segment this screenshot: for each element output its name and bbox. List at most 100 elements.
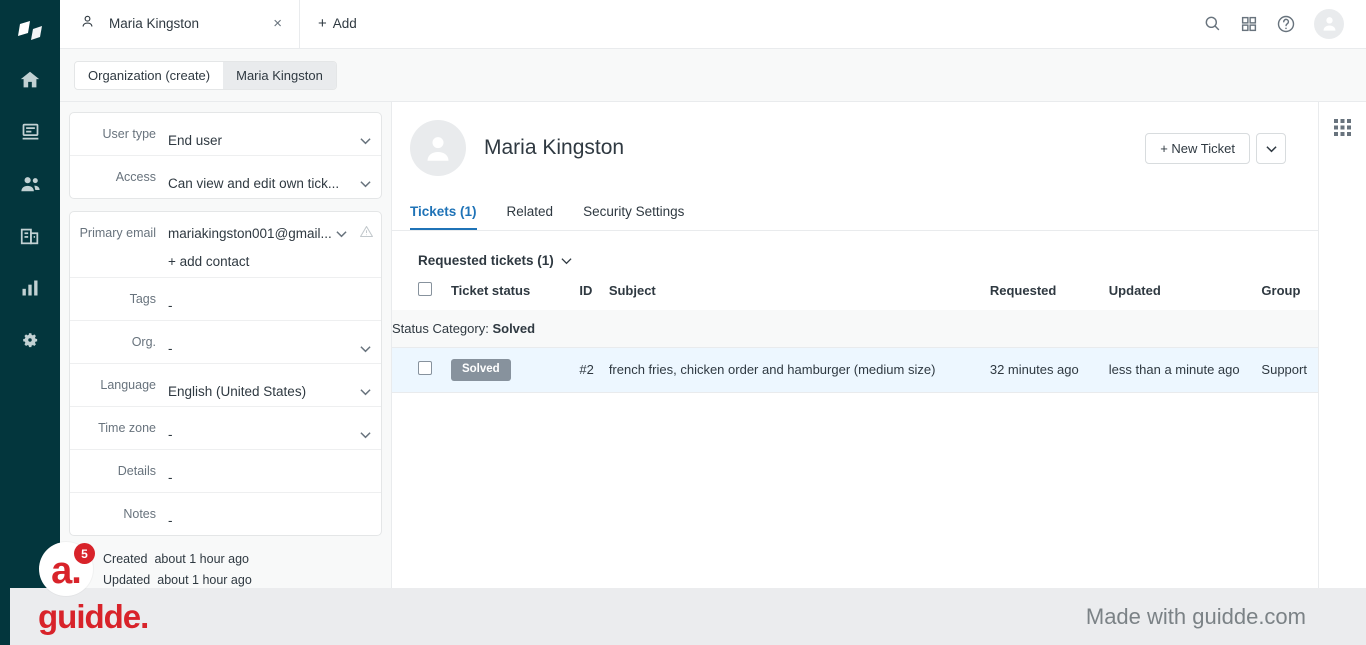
group-label-value: Solved — [492, 321, 536, 336]
field-label: Access — [115, 170, 156, 184]
cell-group: Support — [1261, 347, 1318, 393]
apps-grid-icon[interactable] — [1240, 15, 1258, 33]
sidebar-item-views[interactable] — [0, 106, 60, 158]
chevron-down-icon — [561, 253, 572, 268]
field-label: Time zone — [98, 421, 156, 435]
header-actions: + New Ticket — [1145, 133, 1286, 164]
main-content: Maria Kingston + New Ticket Tickets (1) … — [392, 102, 1318, 588]
field-details[interactable]: Details - — [70, 449, 381, 492]
field-time-zone[interactable]: Time zone - — [70, 406, 381, 449]
group-row-label: Status Category: Solved — [392, 310, 1318, 348]
contact-card: Primary email mariakingston001@gmail... — [69, 211, 382, 536]
add-tab-label: Add — [332, 16, 357, 31]
col-ticket-status[interactable]: Ticket status — [451, 282, 579, 310]
field-value-text: - — [168, 297, 173, 313]
field-label: Details — [117, 464, 156, 478]
field-value: - — [168, 278, 371, 320]
sidebar-item-organizations[interactable] — [0, 210, 60, 262]
field-label: Primary email — [79, 226, 156, 240]
people-icon — [19, 173, 42, 196]
user-meta: Created about 1 hour ago Updated about 1… — [69, 548, 382, 587]
left-nav-rail — [0, 0, 60, 588]
meta-updated-label: Updated — [103, 573, 151, 587]
user-avatar — [410, 120, 466, 176]
breadcrumb-item-organization[interactable]: Organization (create) — [75, 61, 224, 89]
chevron-down-icon[interactable] — [352, 384, 371, 399]
tickets-table-head: Ticket status ID Subject Requested Updat… — [392, 282, 1318, 310]
col-subject[interactable]: Subject — [609, 282, 990, 310]
chevron-down-icon[interactable] — [352, 427, 371, 442]
field-tags[interactable]: Tags - — [70, 277, 381, 320]
guidde-notification-badge: 5 — [74, 543, 95, 564]
requested-tickets-section-toggle[interactable]: Requested tickets (1) — [392, 231, 1318, 268]
breadcrumb-item-maria-kingston[interactable]: Maria Kingston — [223, 61, 336, 89]
chevron-down-icon[interactable] — [352, 341, 371, 356]
field-value: End user — [168, 113, 371, 155]
col-updated[interactable]: Updated — [1109, 282, 1262, 310]
sidebar-item-home[interactable] — [0, 54, 60, 106]
group-label-prefix: Status Category: — [392, 321, 489, 336]
tab-related[interactable]: Related — [507, 204, 554, 230]
table-row[interactable]: Solved #2 french fries, chicken order an… — [392, 347, 1318, 393]
add-contact-button[interactable]: + add contact — [168, 254, 374, 269]
meta-created: Created about 1 hour ago — [103, 552, 382, 566]
tab-strip: Maria Kingston × + Add — [60, 0, 375, 48]
field-value-text: - — [168, 469, 173, 485]
tab-security-settings[interactable]: Security Settings — [583, 204, 684, 230]
chevron-down-icon[interactable] — [352, 176, 371, 191]
content-tabs: Tickets (1) Related Security Settings — [392, 182, 1318, 231]
close-icon[interactable]: × — [270, 13, 285, 34]
field-org[interactable]: Org. - — [70, 320, 381, 363]
field-notes[interactable]: Notes - — [70, 492, 381, 535]
field-value-text: - — [168, 340, 173, 356]
search-icon[interactable] — [1203, 14, 1222, 33]
add-tab-button[interactable]: + Add — [300, 0, 375, 48]
top-tab-bar: Maria Kingston × + Add — [60, 0, 1366, 49]
field-value-text: - — [168, 426, 173, 442]
user-type-card: User type End user Access Can view and e… — [69, 112, 382, 199]
cell-requested: 32 minutes ago — [989, 347, 1109, 393]
tickets-table: Ticket status ID Subject Requested Updat… — [392, 282, 1318, 393]
user-details-panel: User type End user Access Can view and e… — [60, 102, 392, 588]
new-ticket-button[interactable]: + New Ticket — [1145, 133, 1250, 164]
field-access[interactable]: Access Can view and edit own tick... — [70, 155, 381, 198]
new-ticket-dropdown-button[interactable] — [1256, 133, 1286, 164]
section-title-label: Requested tickets (1) — [418, 253, 554, 268]
select-all-checkbox[interactable] — [418, 282, 432, 296]
avatar[interactable] — [1314, 8, 1344, 39]
field-label: Org. — [131, 335, 156, 349]
building-icon — [19, 225, 41, 247]
col-group[interactable]: Group — [1261, 282, 1318, 310]
chevron-down-icon[interactable] — [352, 133, 371, 148]
field-primary-email[interactable]: Primary email mariakingston001@gmail... — [70, 212, 381, 277]
col-requested[interactable]: Requested — [990, 282, 1109, 310]
field-label: User type — [102, 127, 157, 141]
field-user-type[interactable]: User type End user — [70, 113, 381, 155]
apps-grid-3x3-icon[interactable] — [1334, 119, 1351, 588]
cell-subject[interactable]: french fries, chicken order and hamburge… — [608, 347, 990, 393]
field-value-text: End user — [168, 132, 223, 148]
chevron-down-icon[interactable] — [336, 226, 347, 241]
sidebar-item-reporting[interactable] — [0, 262, 60, 314]
field-label: Notes — [123, 507, 156, 521]
cell-id: #2 — [579, 347, 609, 393]
sidebar-item-customers[interactable] — [0, 158, 60, 210]
tab-tickets[interactable]: Tickets (1) — [410, 204, 477, 230]
help-icon[interactable] — [1276, 14, 1296, 34]
field-value-text: English (United States) — [168, 383, 307, 399]
home-icon — [19, 69, 41, 91]
gear-icon — [19, 329, 41, 351]
field-language[interactable]: Language English (United States) — [70, 363, 381, 406]
field-value: - — [168, 407, 371, 449]
app-root: Maria Kingston × + Add Organization (cre… — [0, 0, 1366, 645]
col-id[interactable]: ID — [579, 282, 608, 310]
chevron-down-icon — [1265, 141, 1277, 156]
tickets-table-body: Status Category: Solved Solved #2 french… — [392, 310, 1318, 393]
guidde-footer-logo: guidde. — [38, 597, 149, 635]
sidebar-item-admin[interactable] — [0, 314, 60, 366]
breadcrumb: Organization (create) Maria Kingston — [74, 60, 337, 90]
table-header-row: Ticket status ID Subject Requested Updat… — [392, 282, 1318, 310]
tab-maria-kingston[interactable]: Maria Kingston × — [60, 0, 300, 48]
row-checkbox[interactable] — [418, 361, 432, 376]
zendesk-logo-icon[interactable] — [0, 10, 60, 54]
